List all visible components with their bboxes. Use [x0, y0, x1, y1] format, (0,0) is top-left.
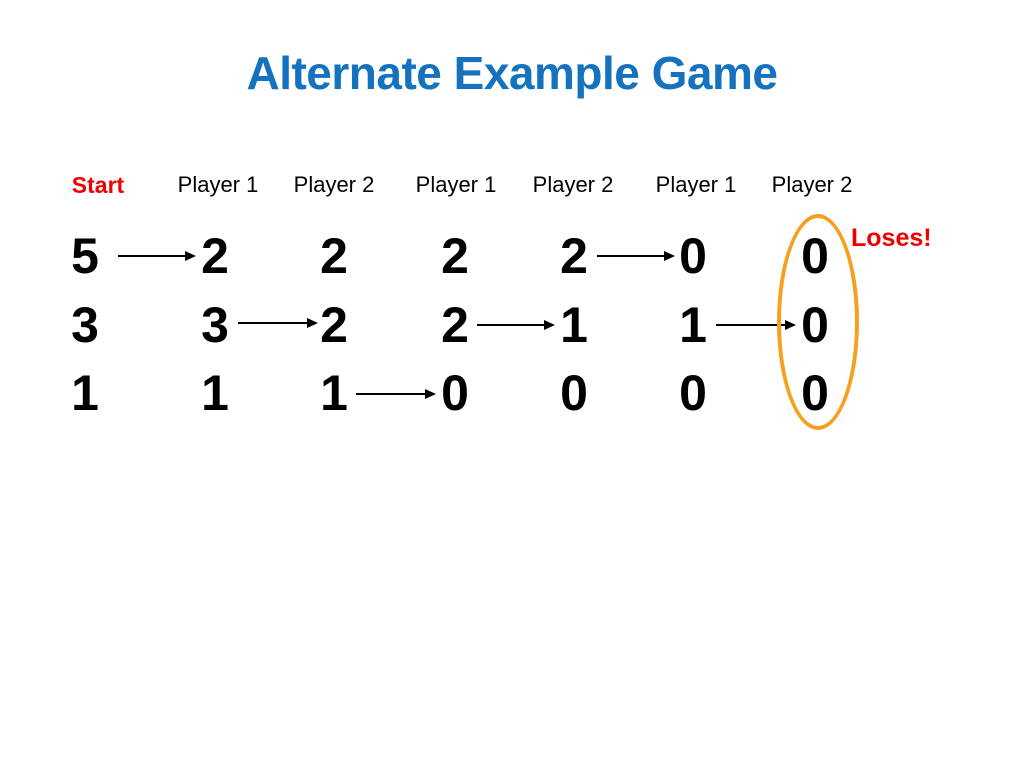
grid-cell-r3-c4: 0 [441, 365, 469, 421]
arrow-row2-col2-to-col3-icon [238, 316, 318, 330]
grid-cell-r2-c5: 1 [560, 297, 588, 353]
grid-cell-r1-c4: 2 [441, 228, 469, 284]
arrow-shaft [477, 324, 546, 326]
column-header-4: Player 2 [532, 172, 614, 197]
column-header-2: Player 2 [293, 172, 375, 197]
grid-cell-r3-c5: 0 [560, 365, 588, 421]
column-header-5: Player 1 [655, 172, 737, 197]
column-header-3: Player 1 [415, 172, 497, 197]
arrow-shaft [356, 393, 427, 395]
page-title: Alternate Example Game [246, 47, 778, 99]
grid-cell-r3-c1: 1 [71, 365, 99, 421]
slide-canvas: Alternate Example Game Start Player 1 Play… [0, 0, 1024, 768]
grid-cell-r2-c3: 2 [320, 297, 348, 353]
arrow-head [544, 320, 555, 330]
arrow-head [664, 251, 675, 261]
arrow-row1-col1-to-col2-icon [118, 249, 196, 263]
arrow-row2-col4-to-col5-icon [477, 318, 555, 332]
column-header-6: Player 2 [771, 172, 853, 197]
column-header-0: Start [71, 172, 125, 198]
arrow-head [307, 318, 318, 328]
grid-cell-r1-c3: 2 [320, 228, 348, 284]
loses-annotation: Loses! [851, 224, 932, 252]
grid-cell-r1-c2: 2 [201, 228, 229, 284]
grid-cell-r2-c4: 2 [441, 297, 469, 353]
grid-cell-r1-c5: 2 [560, 228, 588, 284]
column-header-1: Player 1 [177, 172, 259, 197]
grid-cell-r1-c6: 0 [679, 228, 707, 284]
arrow-shaft [238, 322, 309, 324]
arrow-row3-col3-to-col4-icon [356, 387, 436, 401]
arrow-row1-col5-to-col6-icon [597, 249, 675, 263]
arrow-head [185, 251, 196, 261]
final-state-ellipse-icon [777, 214, 859, 430]
arrow-head [425, 389, 436, 399]
grid-cell-r3-c2: 1 [201, 365, 229, 421]
grid-cell-r1-c1: 5 [71, 228, 99, 284]
grid-cell-r3-c6: 0 [679, 365, 707, 421]
arrow-shaft [118, 255, 187, 257]
arrow-shaft [597, 255, 666, 257]
grid-cell-r2-c1: 3 [71, 297, 99, 353]
grid-cell-r2-c2: 3 [201, 297, 229, 353]
grid-cell-r2-c6: 1 [679, 297, 707, 353]
grid-cell-r3-c3: 1 [320, 365, 348, 421]
